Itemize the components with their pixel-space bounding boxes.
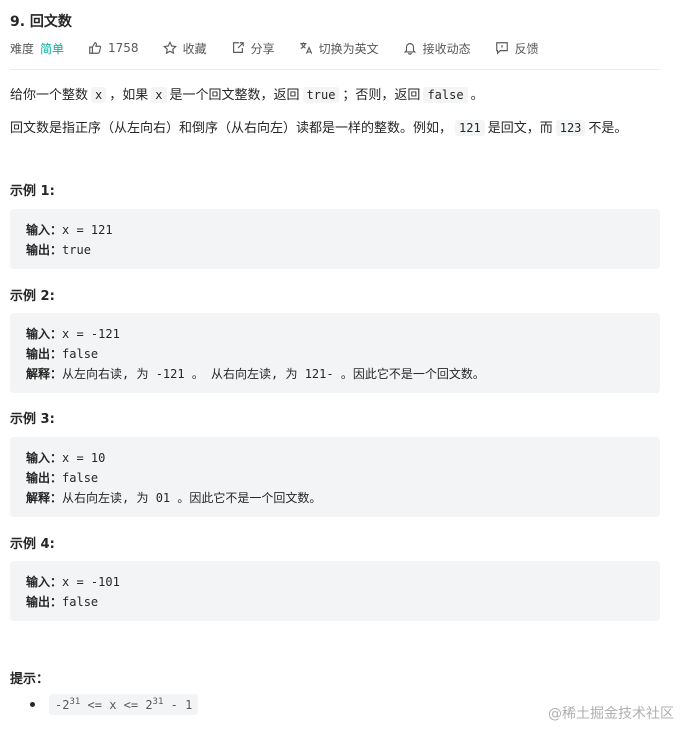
inline-code: 121 bbox=[455, 120, 485, 136]
example-input-line: 输入：x = -121 bbox=[26, 325, 120, 342]
bell-icon bbox=[403, 43, 416, 55]
difficulty-value: 简单 bbox=[40, 41, 65, 56]
hint-constraint-item: -231 <= x <= 231 - 1 bbox=[30, 694, 199, 715]
desc-text: 。 bbox=[470, 88, 484, 103]
header-divider bbox=[10, 69, 660, 70]
feedback-button[interactable]: 反馈 bbox=[495, 40, 539, 57]
share-icon bbox=[232, 42, 244, 53]
explain-value: 从右向左读, 为 01 。因此它不是一个回文数。 bbox=[62, 491, 322, 505]
desc-text: ；否则，返回 bbox=[342, 88, 421, 103]
input-label: 输入： bbox=[26, 451, 63, 465]
feedback-icon bbox=[495, 42, 508, 55]
input-value: x = 121 bbox=[62, 223, 113, 237]
explain-value: 从左向右读, 为 -121 。 从右向左读, 为 121- 。因此它不是一个回文… bbox=[62, 367, 485, 381]
problem-title: 9. 回文数 bbox=[10, 14, 72, 30]
thumbs-up-icon bbox=[89, 42, 102, 54]
inline-code: 123 bbox=[555, 120, 586, 136]
constraint-code: -231 <= x <= 231 - 1 bbox=[49, 694, 199, 715]
explain-label: 解释： bbox=[26, 491, 63, 505]
example-output-line: 输出：false bbox=[26, 593, 98, 610]
desc-text: ，如果 bbox=[109, 88, 149, 103]
input-label: 输入： bbox=[26, 327, 63, 341]
output-value: false bbox=[62, 347, 99, 361]
output-value: false bbox=[62, 595, 99, 609]
example-output-line: 输出：true bbox=[26, 241, 91, 258]
constraint-exponent: 31 bbox=[152, 697, 164, 707]
output-label: 输出： bbox=[26, 471, 63, 485]
example-output-line: 输出：false bbox=[26, 469, 98, 486]
example-explain-line: 解释：从左向右读, 为 -121 。 从右向左读, 为 121- 。因此它不是一… bbox=[26, 365, 485, 382]
desc-text: 回文数是指正序（从左向右）和倒序（从右向左）读都是一样的整数。例如， bbox=[10, 121, 453, 136]
example-1-box: 输入：x = 121 输出：true bbox=[10, 209, 660, 269]
feedback-label: 反馈 bbox=[514, 41, 539, 56]
example-4-title: 示例 4: bbox=[10, 537, 55, 552]
desc-text: 是回文，而 bbox=[487, 121, 553, 136]
share-label: 分享 bbox=[250, 41, 275, 56]
desc-text: 给你一个整数 bbox=[10, 88, 89, 103]
constraint-text: <= x <= 2 bbox=[80, 698, 153, 712]
hints-title: 提示： bbox=[10, 672, 50, 687]
example-2-box: 输入：x = -121 输出：false 解释：从左向右读, 为 -121 。 … bbox=[10, 313, 660, 393]
output-label: 输出： bbox=[26, 243, 63, 257]
output-label: 输出： bbox=[26, 347, 63, 361]
input-label: 输入： bbox=[26, 223, 63, 237]
translate-icon bbox=[299, 42, 312, 54]
constraint-text: - 1 bbox=[163, 698, 193, 712]
switch-language-button[interactable]: 切换为英文 bbox=[299, 40, 379, 57]
like-button[interactable]: 1758 bbox=[88, 41, 139, 55]
example-output-line: 输出：false bbox=[26, 345, 98, 362]
input-value: x = 10 bbox=[62, 451, 106, 465]
output-label: 输出： bbox=[26, 595, 63, 609]
output-value: false bbox=[62, 471, 99, 485]
star-icon bbox=[162, 41, 177, 55]
like-count: 1758 bbox=[108, 41, 139, 55]
example-2-title: 示例 2: bbox=[10, 289, 55, 304]
example-1-title: 示例 1: bbox=[10, 184, 55, 199]
input-value: x = -101 bbox=[62, 575, 120, 589]
example-input-line: 输入：x = 10 bbox=[26, 449, 105, 466]
constraint-exponent: 31 bbox=[69, 697, 81, 707]
notifications-button[interactable]: 接收动态 bbox=[403, 40, 471, 57]
inline-code: false bbox=[423, 87, 468, 103]
constraint-text: -2 bbox=[55, 698, 70, 712]
example-input-line: 输入：x = 121 bbox=[26, 221, 113, 238]
output-value: true bbox=[62, 243, 91, 257]
inline-code: true bbox=[302, 87, 340, 103]
favorite-label: 收藏 bbox=[182, 41, 207, 56]
notifications-label: 接收动态 bbox=[422, 41, 471, 56]
example-input-line: 输入：x = -101 bbox=[26, 573, 120, 590]
desc-text: 是一个回文整数，返回 bbox=[169, 88, 300, 103]
example-3-box: 输入：x = 10 输出：false 解释：从右向左读, 为 01 。因此它不是… bbox=[10, 437, 660, 517]
input-label: 输入： bbox=[26, 575, 63, 589]
share-button[interactable]: 分享 bbox=[231, 40, 275, 57]
description-line-1: 给你一个整数 x ，如果 x 是一个回文整数，返回 true ；否则，返回 false。 bbox=[10, 84, 484, 103]
problem-meta-bar: 难度 简单 1758 收藏 分享 切换为英文 接收动态 反馈 bbox=[10, 38, 563, 58]
example-explain-line: 解释：从右向左读, 为 01 。因此它不是一个回文数。 bbox=[26, 489, 321, 506]
bullet-icon bbox=[30, 702, 35, 707]
difficulty-label: 难度 bbox=[10, 41, 35, 56]
example-3-title: 示例 3: bbox=[10, 412, 55, 427]
switch-language-label: 切换为英文 bbox=[318, 41, 379, 56]
favorite-button[interactable]: 收藏 bbox=[162, 40, 207, 57]
watermark: @稀土掘金技术社区 bbox=[548, 706, 674, 722]
inline-code: x bbox=[91, 87, 107, 103]
input-value: x = -121 bbox=[62, 327, 120, 341]
desc-text: 不是。 bbox=[588, 121, 628, 136]
inline-code: x bbox=[151, 87, 167, 103]
description-line-2: 回文数是指正序（从左向右）和倒序（从右向左）读都是一样的整数。例如， 121 是回文… bbox=[10, 117, 627, 136]
explain-label: 解释： bbox=[26, 367, 63, 381]
example-4-box: 输入：x = -101 输出：false bbox=[10, 561, 660, 621]
